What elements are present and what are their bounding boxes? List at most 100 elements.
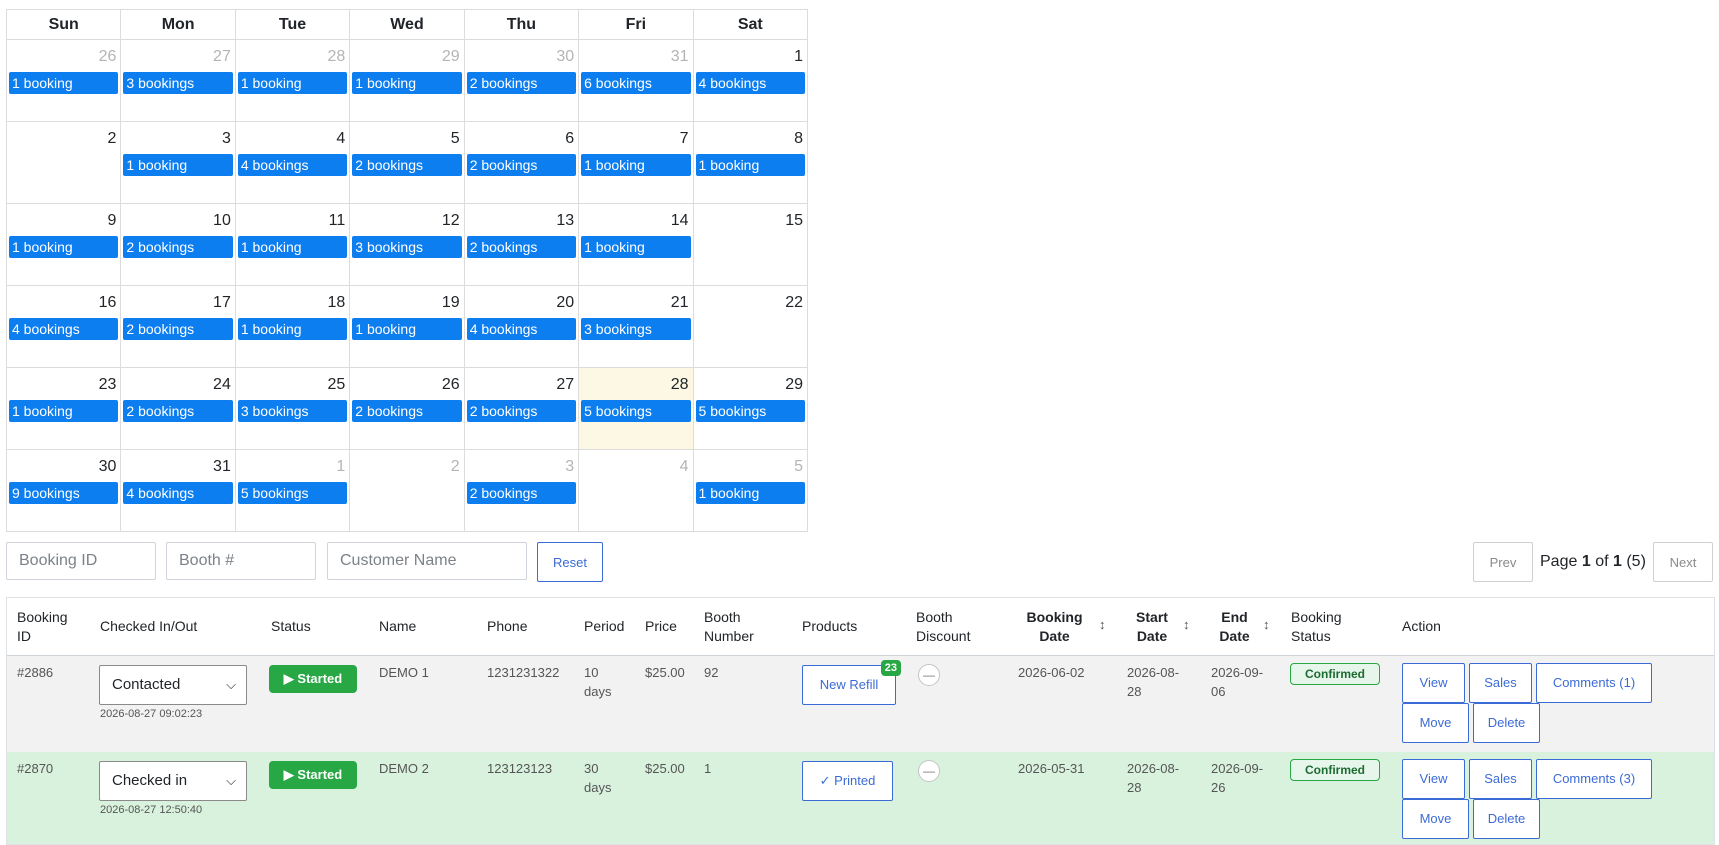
booking-count-event[interactable]: 5 bookings: [695, 400, 805, 422]
calendar-day[interactable]: 12 3 bookings: [349, 203, 465, 286]
booking-count-event[interactable]: 1 booking: [237, 72, 348, 94]
booking-count-event[interactable]: 5 bookings: [237, 482, 348, 504]
booking-count-event[interactable]: 1 booking: [352, 318, 462, 340]
calendar-day[interactable]: 16 4 bookings: [5, 285, 122, 368]
calendar-day[interactable]: 27 3 bookings: [120, 39, 236, 122]
calendar-day[interactable]: 3 1 booking: [120, 121, 236, 204]
booking-count-event[interactable]: 1 booking: [237, 236, 348, 258]
booking-count-event[interactable]: 4 bookings: [237, 154, 348, 176]
booking-count-event[interactable]: 4 bookings: [123, 482, 233, 504]
calendar-day[interactable]: 1 5 bookings: [234, 449, 351, 532]
calendar-day[interactable]: 7 1 booking: [578, 121, 694, 204]
booking-count-event[interactable]: 1 booking: [581, 236, 691, 258]
booking-count-event[interactable]: 1 booking: [695, 154, 805, 176]
calendar-day[interactable]: 23 1 booking: [5, 367, 122, 450]
booking-count-event[interactable]: 2 bookings: [352, 400, 462, 422]
status-started-badge[interactable]: ▶ Started: [269, 761, 357, 789]
calendar-day[interactable]: 13 2 bookings: [463, 203, 580, 286]
delete-button[interactable]: Delete: [1473, 799, 1540, 839]
header-start-date[interactable]: Start Date: [1127, 608, 1177, 646]
booking-count-event[interactable]: 5 bookings: [581, 400, 691, 422]
calendar-day[interactable]: 18 1 booking: [234, 285, 351, 368]
booking-count-event[interactable]: 1 booking: [123, 154, 233, 176]
comments-button[interactable]: Comments (3): [1536, 759, 1652, 799]
booking-count-event[interactable]: 2 bookings: [123, 236, 233, 258]
booking-date-sort-icon[interactable]: ↕: [1099, 617, 1106, 632]
calendar-day[interactable]: 5 1 booking: [692, 449, 809, 532]
booking-count-event[interactable]: 2 bookings: [466, 400, 577, 422]
booking-count-event[interactable]: 2 bookings: [123, 318, 233, 340]
booth-number-input[interactable]: [166, 542, 316, 580]
booking-count-event[interactable]: 2 bookings: [466, 154, 577, 176]
calendar-day[interactable]: 27 2 bookings: [463, 367, 580, 450]
view-button[interactable]: View: [1402, 759, 1465, 799]
booking-count-event[interactable]: 2 bookings: [352, 154, 462, 176]
calendar-day[interactable]: 4 4 bookings: [234, 121, 351, 204]
calendar-day[interactable]: 14 1 booking: [578, 203, 694, 286]
new-refill-button[interactable]: New Refill 23: [802, 660, 901, 705]
status-started-badge[interactable]: ▶ Started: [269, 665, 357, 693]
calendar-day[interactable]: 19 1 booking: [349, 285, 465, 368]
booking-count-event[interactable]: 6 bookings: [581, 72, 691, 94]
booking-id-input[interactable]: [6, 542, 156, 580]
view-button[interactable]: View: [1402, 663, 1465, 703]
calendar-day[interactable]: 28 1 booking: [234, 39, 351, 122]
start-date-sort-icon[interactable]: ↕: [1183, 617, 1190, 632]
booking-count-event[interactable]: 3 bookings: [123, 72, 233, 94]
comments-button[interactable]: Comments (1): [1536, 663, 1652, 703]
booking-count-event[interactable]: 1 booking: [352, 72, 462, 94]
calendar-day[interactable]: 8 1 booking: [692, 121, 809, 204]
calendar-day[interactable]: 22: [692, 285, 809, 368]
booking-count-event[interactable]: 1 booking: [9, 236, 119, 258]
booking-count-event[interactable]: 1 booking: [695, 482, 805, 504]
calendar-day[interactable]: 4: [578, 449, 694, 532]
booking-count-event[interactable]: 1 booking: [581, 154, 691, 176]
move-button[interactable]: Move: [1402, 799, 1469, 839]
sales-button[interactable]: Sales: [1469, 759, 1532, 799]
prev-page-button[interactable]: Prev: [1473, 542, 1533, 582]
booking-count-event[interactable]: 3 bookings: [581, 318, 691, 340]
end-date-sort-icon[interactable]: ↕: [1263, 617, 1270, 632]
booking-count-event[interactable]: 3 bookings: [237, 400, 348, 422]
calendar-day[interactable]: 11 1 booking: [234, 203, 351, 286]
checked-status-select[interactable]: Checked in ⌵: [99, 761, 247, 801]
booking-count-event[interactable]: 2 bookings: [466, 482, 577, 504]
calendar-day[interactable]: 29 5 bookings: [692, 367, 809, 450]
calendar-day-today[interactable]: 28 5 bookings: [578, 367, 694, 450]
delete-button[interactable]: Delete: [1473, 703, 1540, 743]
move-button[interactable]: Move: [1402, 703, 1469, 743]
booking-count-event[interactable]: 4 bookings: [695, 72, 805, 94]
header-booking-date[interactable]: Booking Date: [1017, 608, 1092, 646]
booking-count-event[interactable]: 1 booking: [9, 400, 119, 422]
booth-discount-indicator[interactable]: —: [918, 664, 940, 686]
booking-count-event[interactable]: 4 bookings: [9, 318, 119, 340]
calendar-day[interactable]: 30 9 bookings: [5, 449, 122, 532]
customer-name-input[interactable]: [327, 542, 527, 580]
calendar-day[interactable]: 6 2 bookings: [463, 121, 580, 204]
calendar-day[interactable]: 25 3 bookings: [234, 367, 351, 450]
calendar-day[interactable]: 20 4 bookings: [463, 285, 580, 368]
booking-count-event[interactable]: 4 bookings: [466, 318, 577, 340]
booking-count-event[interactable]: 2 bookings: [466, 72, 577, 94]
calendar-day[interactable]: 30 2 bookings: [463, 39, 580, 122]
header-end-date[interactable]: End Date: [1212, 608, 1257, 646]
sales-button[interactable]: Sales: [1469, 663, 1532, 703]
booking-count-event[interactable]: 2 bookings: [123, 400, 233, 422]
calendar-day[interactable]: 17 2 bookings: [120, 285, 236, 368]
calendar-day[interactable]: 10 2 bookings: [120, 203, 236, 286]
next-page-button[interactable]: Next: [1653, 542, 1713, 582]
calendar-day[interactable]: 26 2 bookings: [349, 367, 465, 450]
reset-button[interactable]: Reset: [537, 542, 603, 582]
booking-count-event[interactable]: 1 booking: [237, 318, 348, 340]
calendar-day[interactable]: 2: [349, 449, 465, 532]
booking-count-event[interactable]: 2 bookings: [466, 236, 577, 258]
calendar-day[interactable]: 5 2 bookings: [349, 121, 465, 204]
checked-status-select[interactable]: Contacted ⌵: [99, 665, 247, 705]
booth-discount-indicator[interactable]: —: [918, 760, 940, 782]
calendar-day[interactable]: 26 1 booking: [5, 39, 122, 122]
calendar-day[interactable]: 21 3 bookings: [578, 285, 694, 368]
calendar-day[interactable]: 31 4 bookings: [120, 449, 236, 532]
calendar-day[interactable]: 31 6 bookings: [578, 39, 694, 122]
calendar-day[interactable]: 29 1 booking: [349, 39, 465, 122]
calendar-day[interactable]: 24 2 bookings: [120, 367, 236, 450]
